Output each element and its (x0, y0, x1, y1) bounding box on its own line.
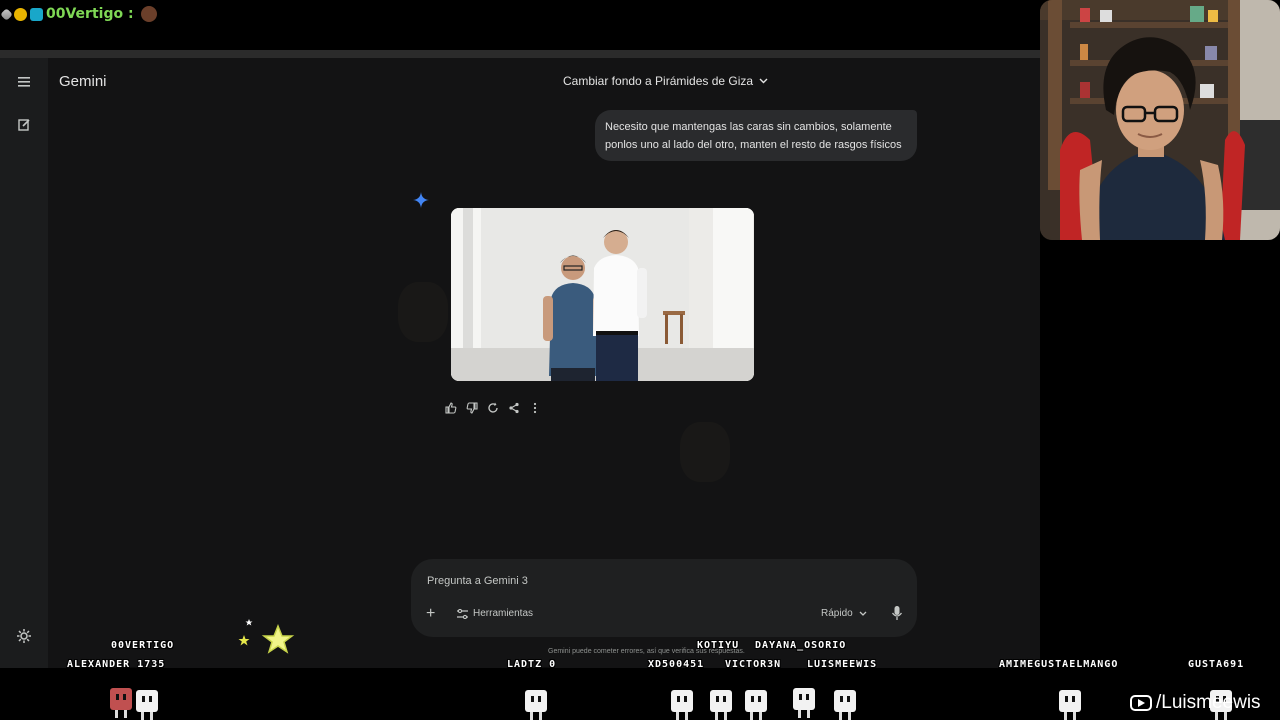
viewer-name: DAYANA_OSORIO (755, 640, 847, 651)
overlay-shadow (398, 282, 448, 342)
add-icon[interactable]: + (426, 605, 435, 623)
user-message: Necesito que mantengas las caras sin cam… (595, 110, 917, 161)
viewer-avatar (745, 690, 767, 720)
chevron-down-icon (759, 78, 768, 84)
viewer-avatar (525, 690, 547, 720)
gemini-app: Gemini Cambiar fondo a Pirámides de Giza… (0, 58, 1040, 668)
thumbs-down-icon[interactable] (465, 401, 479, 415)
screen: 00Vertigo : Gemini Cambiar fondo a Pirám… (0, 0, 1280, 720)
mode-selector[interactable]: Rápido (821, 608, 867, 619)
sub-badge-icon (30, 7, 43, 21)
generated-image[interactable] (451, 208, 754, 381)
youtube-icon (1130, 695, 1152, 711)
viewer-avatar (671, 690, 693, 720)
viewer-name: 00VERTIGO (111, 640, 175, 651)
webcam-photo (1040, 0, 1280, 240)
new-chat-icon[interactable] (14, 114, 34, 134)
brand-title[interactable]: Gemini (59, 73, 107, 90)
gemini-spark-icon (413, 192, 429, 208)
share-icon[interactable] (507, 401, 521, 415)
sword-badge-icon (0, 7, 13, 21)
prompt-input[interactable]: Pregunta a Gemini 3 (427, 575, 528, 587)
coin-badge-icon (14, 7, 27, 21)
regenerate-icon[interactable] (486, 401, 500, 415)
conversation-title-label: Cambiar fondo a Pirámides de Giza (563, 74, 754, 88)
viewer-avatar (1059, 690, 1081, 720)
chevron-down-icon (859, 611, 867, 616)
more-vert-icon[interactable] (528, 401, 542, 415)
viewer-avatar (793, 688, 815, 718)
emote-icon (140, 6, 157, 22)
stream-chat-message: 00Vertigo : (0, 4, 157, 24)
side-rail (0, 58, 48, 668)
conversation-title[interactable]: Cambiar fondo a Pirámides de Giza (563, 74, 768, 88)
response-actions (444, 401, 542, 415)
thumbs-up-icon[interactable] (444, 401, 458, 415)
stars-decoration-icon (238, 619, 295, 654)
overlay-ground (0, 668, 1280, 720)
microphone-icon[interactable] (890, 605, 904, 621)
prompt-composer[interactable]: Pregunta a Gemini 3 + Herramientas Rápid… (411, 559, 917, 637)
overlay-shadow (680, 422, 730, 482)
chat-username: 00Vertigo : (46, 6, 134, 22)
channel-watermark: /Luismeewis (1130, 692, 1261, 714)
webcam-feed (1040, 0, 1280, 240)
viewer-name: KOTIYU (697, 640, 740, 651)
viewer-avatar (834, 690, 856, 720)
tools-icon (457, 608, 468, 619)
tools-button[interactable]: Herramientas (457, 608, 533, 619)
settings-icon[interactable] (16, 628, 32, 644)
browser-bar (0, 50, 1040, 58)
viewer-avatar (110, 688, 132, 718)
generated-photo (451, 208, 754, 381)
channel-handle: /Luismeewis (1156, 692, 1261, 713)
viewer-avatar (136, 690, 158, 720)
viewer-avatar (710, 690, 732, 720)
menu-icon[interactable] (14, 72, 34, 92)
tools-label: Herramientas (473, 608, 534, 619)
mode-label: Rápido (821, 608, 853, 619)
